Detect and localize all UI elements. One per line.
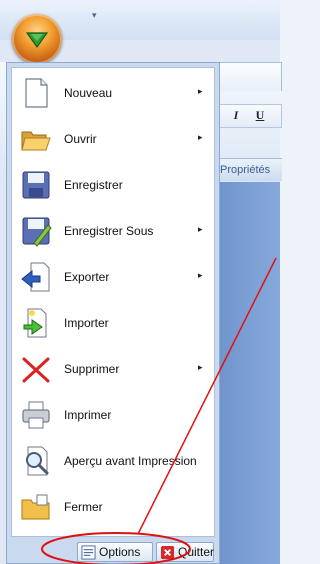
menu-item-apercu-avant-impression[interactable]: Aperçu avant Impression — [12, 438, 214, 484]
menu-item-enregistrer[interactable]: Enregistrer — [12, 162, 214, 208]
menu-item-nouveau[interactable]: Nouveau ▸ — [12, 70, 214, 116]
quick-access-dropdown-icon[interactable]: ▾ — [92, 10, 97, 21]
open-folder-icon — [21, 131, 51, 151]
format-toolbar: I U — [218, 104, 282, 128]
options-button[interactable]: Options — [77, 542, 153, 562]
delete-x-icon — [22, 357, 50, 383]
export-icon — [21, 262, 50, 292]
save-floppy-icon — [22, 171, 50, 199]
submenu-arrow-icon: ▸ — [198, 270, 203, 280]
down-arrow-icon — [25, 32, 49, 49]
submenu-arrow-icon: ▸ — [198, 224, 203, 234]
menu-item-enregistrer-sous[interactable]: Enregistrer Sous ▸ — [12, 208, 214, 254]
menu-item-supprimer[interactable]: Supprimer ▸ — [12, 346, 214, 392]
menu-item-label: Aperçu avant Impression — [64, 454, 197, 468]
quit-button[interactable]: Quitter — [156, 542, 214, 562]
print-preview-icon — [26, 446, 49, 476]
menu-item-ouvrir[interactable]: Ouvrir ▸ — [12, 116, 214, 162]
menu-item-exporter[interactable]: Exporter ▸ — [12, 254, 214, 300]
submenu-arrow-icon: ▸ — [198, 86, 203, 96]
menu-item-imprimer[interactable]: Imprimer — [12, 392, 214, 438]
menu-item-importer[interactable]: Importer — [12, 300, 214, 346]
import-icon — [23, 308, 47, 338]
menu-item-label: Imprimer — [64, 408, 112, 422]
menu-item-label: Enregistrer — [64, 178, 123, 192]
menu-item-label: Ouvrir — [64, 132, 97, 146]
application-menu: Nouveau ▸ Ouvrir ▸ Enregistrer Enregistr… — [6, 62, 220, 564]
close-folder-icon — [21, 494, 50, 520]
submenu-arrow-icon: ▸ — [198, 362, 203, 372]
menu-item-label: Importer — [64, 316, 109, 330]
menu-item-label: Nouveau — [64, 86, 113, 100]
menu-item-label: Enregistrer Sous — [64, 224, 154, 238]
menu-item-list: Nouveau ▸ Ouvrir ▸ Enregistrer Enregistr… — [11, 67, 215, 537]
new-document-icon — [25, 78, 48, 108]
options-label: Options — [99, 545, 141, 559]
italic-button[interactable]: I — [227, 108, 245, 124]
application-menu-button[interactable] — [12, 14, 62, 64]
options-icon — [81, 545, 96, 560]
workspace-area — [218, 182, 280, 564]
underline-button[interactable]: U — [251, 108, 269, 124]
submenu-arrow-icon: ▸ — [198, 132, 203, 142]
menu-item-label: Supprimer — [64, 362, 120, 376]
menu-item-label: Fermer — [64, 500, 103, 514]
menu-item-label: Exporter — [64, 270, 110, 284]
quit-label: Quitter — [178, 545, 215, 559]
menu-footer: Options Quitter — [11, 541, 215, 563]
printer-icon — [22, 401, 50, 429]
menu-item-fermer[interactable]: Fermer — [12, 484, 214, 530]
properties-panel-header: Propriétés — [218, 158, 282, 181]
save-as-icon — [22, 217, 52, 247]
quit-icon — [160, 545, 175, 560]
ribbon-tab[interactable] — [218, 62, 282, 91]
